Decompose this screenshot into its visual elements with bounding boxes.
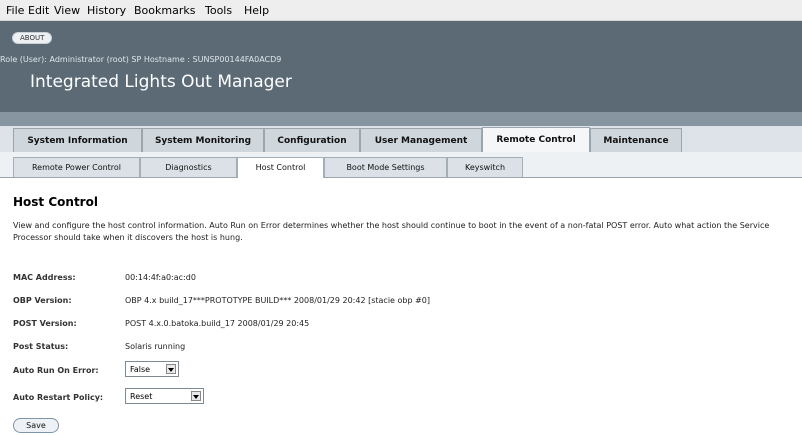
menu-bar: File Edit View History Bookmarks Tools H… [0,0,802,21]
sub-tab-bar: Remote Power Control Diagnostics Host Co… [0,152,802,178]
post-version-label: POST Version: [13,319,77,328]
tab-remote-control[interactable]: Remote Control [482,127,590,153]
subtab-host-control[interactable]: Host Control [237,157,324,178]
subtab-remote-power-control[interactable]: Remote Power Control [13,157,140,177]
tab-user-management[interactable]: User Management [360,128,482,152]
mac-address-label: MAC Address: [13,273,76,282]
auto-run-on-error-value: False [130,365,151,374]
page-title: Host Control [13,195,98,209]
menu-view[interactable]: View [54,4,80,17]
about-button[interactable]: ABOUT [12,32,53,44]
page-description: View and configure the host control info… [13,221,770,242]
dropdown-arrow-icon [166,364,176,374]
subtab-boot-mode-settings[interactable]: Boot Mode Settings [324,157,447,177]
auto-restart-policy-value: Reset [130,392,153,401]
menu-file[interactable]: File [6,4,24,17]
menu-tools[interactable]: Tools [205,4,232,17]
post-version-value: POST 4.x.0.batoka.build_17 2008/01/29 20… [125,319,310,328]
obp-version-label: OBP Version: [13,296,72,305]
menu-bookmarks[interactable]: Bookmarks [134,4,195,17]
mac-address-value: 00:14:4f:a0:ac:d0 [125,273,196,282]
post-status-value: Solaris running [125,342,186,351]
auto-restart-policy-label: Auto Restart Policy: [13,393,104,402]
save-button[interactable]: Save [13,418,59,433]
menu-history[interactable]: History [87,4,126,17]
role-info: Role (User): Administrator (root) SP Hos… [0,55,282,64]
obp-version-value: OBP 4.x build_17***PROTOTYPE BUILD*** 20… [125,296,431,305]
tab-system-information[interactable]: System Information [13,128,142,152]
auto-run-on-error-label: Auto Run On Error: [13,366,99,375]
tab-system-monitoring[interactable]: System Monitoring [142,128,264,152]
auto-run-on-error-select[interactable]: False [125,361,179,377]
subtab-keyswitch[interactable]: Keyswitch [447,157,523,177]
menu-edit[interactable]: Edit [28,4,49,17]
dropdown-arrow-icon [191,391,201,401]
masthead: ABOUT Role (User): Administrator (root) … [0,21,802,112]
subtab-diagnostics[interactable]: Diagnostics [140,157,237,177]
tab-maintenance[interactable]: Maintenance [590,128,682,152]
menu-help[interactable]: Help [244,4,269,17]
header-divider [0,112,802,126]
post-status-label: Post Status: [13,342,69,351]
app-title: Integrated Lights Out Manager [30,72,292,92]
tab-configuration[interactable]: Configuration [264,128,360,152]
main-tab-bar: System Information System Monitoring Con… [0,126,802,153]
auto-restart-policy-select[interactable]: Reset [125,388,204,404]
